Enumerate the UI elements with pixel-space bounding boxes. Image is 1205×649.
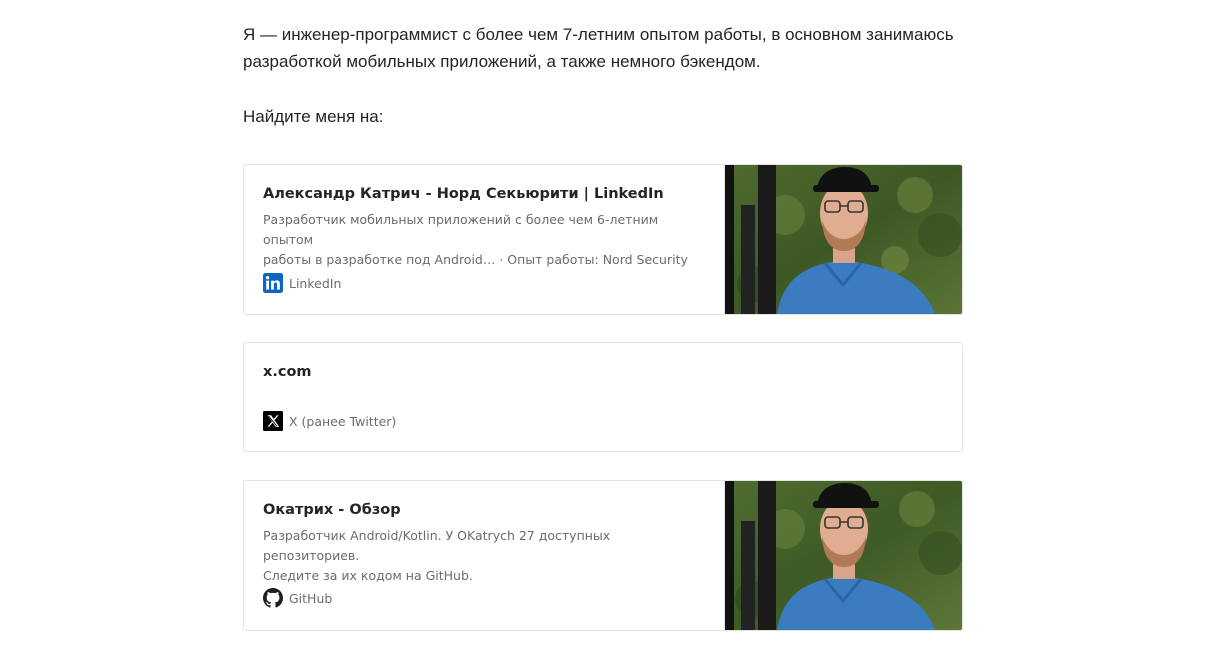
profile-photo bbox=[725, 481, 962, 630]
linkedin-link-card[interactable]: Александр Катрич - Норд Секьюрити | Link… bbox=[243, 164, 963, 315]
x-logo-icon bbox=[263, 411, 283, 431]
card-title[interactable]: Александр Катрич - Норд Секьюрити | Link… bbox=[263, 186, 664, 202]
card-description: Разработчик Android/Kotlin. У OKatrych 2… bbox=[263, 526, 703, 586]
card-title[interactable]: x.com bbox=[263, 364, 312, 380]
find-me-heading: Найдите меня на: bbox=[243, 107, 384, 126]
card-description-line: Следите за их кодом на GitHub. bbox=[263, 568, 473, 583]
card-source: X (ранее Twitter) bbox=[263, 411, 396, 431]
card-description-line: Разработчик Android/Kotlin. У OKatrych 2… bbox=[263, 528, 611, 563]
card-source: GitHub bbox=[263, 588, 332, 608]
card-source: LinkedIn bbox=[263, 273, 341, 293]
card-source-label: GitHub bbox=[289, 590, 333, 606]
linkedin-icon bbox=[263, 273, 283, 293]
x-link-card[interactable]: x.com X (ранее Twitter) bbox=[243, 342, 963, 452]
card-title[interactable]: Окатрих - Обзор bbox=[263, 502, 401, 518]
card-description-line: Разработчик мобильных приложений с более… bbox=[263, 212, 659, 247]
card-source-label: LinkedIn bbox=[289, 275, 342, 291]
profile-photo-thumbnail bbox=[724, 165, 962, 314]
profile-photo-thumbnail bbox=[724, 481, 962, 630]
card-source-label: X (ранее Twitter) bbox=[289, 413, 397, 429]
intro-paragraph: Я — инженер-программист с более чем 7-ле… bbox=[243, 25, 954, 71]
profile-photo bbox=[725, 165, 962, 314]
github-icon bbox=[263, 588, 283, 608]
github-link-card[interactable]: Окатрих - Обзор Разработчик Android/Kotl… bbox=[243, 480, 963, 631]
